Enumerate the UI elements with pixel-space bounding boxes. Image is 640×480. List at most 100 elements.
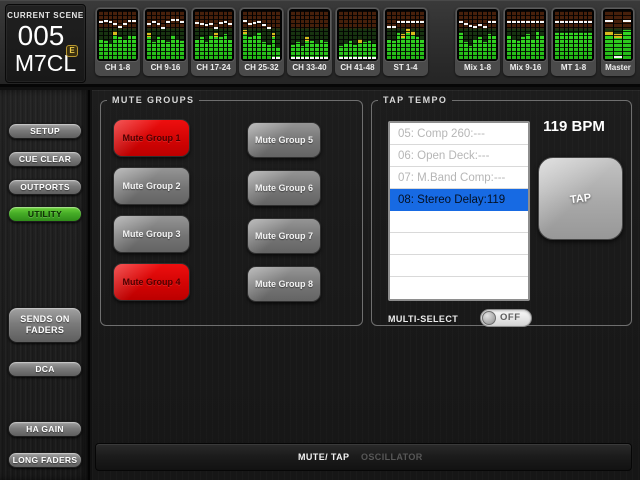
mute-group-button-1[interactable]: Mute Group 1 [113,119,190,157]
fader-position-marker [319,57,324,59]
meter-bar [614,11,622,59]
sidebar-button-long-faders[interactable]: LONG FADERS [8,452,82,468]
meter-block-ch-9-16[interactable]: CH 9-16 [143,7,188,76]
meter-block-ch-33-40[interactable]: CH 33-40 [287,7,332,76]
meter-bar [555,11,559,59]
fader-position-marker [521,20,525,23]
tempo-list-row-empty [390,277,528,299]
meter-block-mix-9-16[interactable]: Mix 9-16 [503,7,548,76]
sidebar-button-cue-clear[interactable]: CUE CLEAR [8,151,82,167]
tempo-effect-list[interactable]: 05: Comp 260:--- 06: Open Deck:--- 07: M.B… [388,121,530,301]
meter-bar [463,11,468,59]
fader-position-marker [623,19,631,22]
meter-block-ch-1-8[interactable]: CH 1-8 [95,7,140,76]
fader-position-marker [204,24,209,27]
multi-select-toggle[interactable]: OFF [480,309,532,327]
meter-bar [574,11,578,59]
meter-screen [552,8,595,62]
meter-block-ch-41-48[interactable]: CH 41-48 [335,7,380,76]
tempo-list-item-07[interactable]: 07: M.Band Comp:--- [390,167,528,189]
tempo-list-item-05[interactable]: 05: Comp 260:--- [390,123,528,145]
meter-block-mt-1-8[interactable]: MT 1-8 [551,7,596,76]
meter-block-mix-1-8[interactable]: Mix 1-8 [455,7,500,76]
meter-bar [218,11,223,59]
mute-group-button-4[interactable]: Mute Group 4 [113,263,190,301]
meter-bar [291,11,295,59]
meter-peak [358,38,362,43]
meter-bar [367,11,372,59]
sidebar-button-dca[interactable]: DCA [8,361,82,377]
sidebar-button-setup[interactable]: SETUP [8,123,82,139]
mute-group-button-6[interactable]: Mute Group 6 [247,170,321,206]
meter-bar [314,11,319,59]
meter-block-ch-17-24[interactable]: CH 17-24 [191,7,236,76]
fader-position-marker [478,24,482,27]
meter-bar [588,11,592,59]
meter-bar [478,11,482,59]
mute-group-button-8[interactable]: Mute Group 8 [247,266,321,302]
scene-panel: CURRENT SCENE 005 E M7CL [5,4,86,83]
meter-peak [305,37,309,42]
fader-position-marker [166,20,170,23]
meter-bar [559,11,564,59]
meter-bar [487,11,492,59]
sidebar-button-ha-gain[interactable]: HA GAIN [8,421,82,437]
mute-group-button-3[interactable]: Mute Group 3 [113,215,190,253]
tempo-list-item-06[interactable]: 06: Open Deck:--- [390,145,528,167]
mute-group-button-2[interactable]: Mute Group 2 [113,167,190,205]
fader-position-marker [271,57,276,59]
tempo-list-item-08[interactable]: 08: Stereo Delay:119 [390,189,528,211]
meter-bar [156,11,161,59]
tap-button-label: TAP [569,191,592,206]
fader-position-marker [266,26,271,29]
fader-position-marker [209,23,213,26]
meter-bar [391,11,396,59]
meter-block-master[interactable]: Master [601,7,635,76]
meter-bar [564,11,569,59]
meter-bar [118,11,122,59]
meter-bar [358,11,362,59]
fader-position-marker [507,20,511,23]
meter-bar [122,11,127,59]
toggle-state-label: OFF [500,312,521,323]
fader-position-marker [420,20,424,23]
meter-bar [578,11,583,59]
fader-position-marker [324,57,328,59]
meter-bar [276,11,280,59]
sidebar-button-sends-on-faders[interactable]: SENDS ON FADERS [8,307,82,343]
meter-block-ch-25-32[interactable]: CH 25-32 [239,7,284,76]
meter-bar [348,11,353,59]
fader-position-marker [391,26,396,29]
fader-position-marker [147,23,151,26]
meter-peak [605,31,613,36]
meter-bar [623,11,631,59]
fader-position-marker [396,20,401,23]
fader-position-marker [492,20,496,23]
meter-bar [605,11,613,59]
meter-level [540,35,544,59]
mute-group-button-7[interactable]: Mute Group 7 [247,218,321,254]
meter-level [209,35,213,59]
fader-position-marker [559,20,564,23]
meter-level [180,40,184,59]
meter-peak [243,30,247,35]
meter-peak [214,32,218,37]
meter-bar [521,11,525,59]
meter-level [195,39,199,59]
meter-level [468,45,473,59]
meter-level [170,35,175,59]
meter-level [406,29,410,59]
fader-position-marker [170,18,175,21]
fader-position-marker [223,20,228,23]
meter-block-st-1-4[interactable]: ST 1-4 [383,7,428,76]
sidebar-button-outports[interactable]: OUTPORTS [8,179,82,195]
meter-label: CH 25-32 [244,63,279,72]
sidebar-button-utility[interactable]: UTILITY [8,206,82,222]
meter-bar [420,11,424,59]
mute-group-button-5[interactable]: Mute Group 5 [247,122,321,158]
meter-screen [456,8,499,62]
tap-button[interactable]: TAP [538,157,623,240]
tab-mute-tap[interactable]: MUTE/ TAP [298,452,349,462]
tab-oscillator[interactable]: OSCILLATOR [361,452,423,462]
meter-label: CH 17-24 [196,63,231,72]
